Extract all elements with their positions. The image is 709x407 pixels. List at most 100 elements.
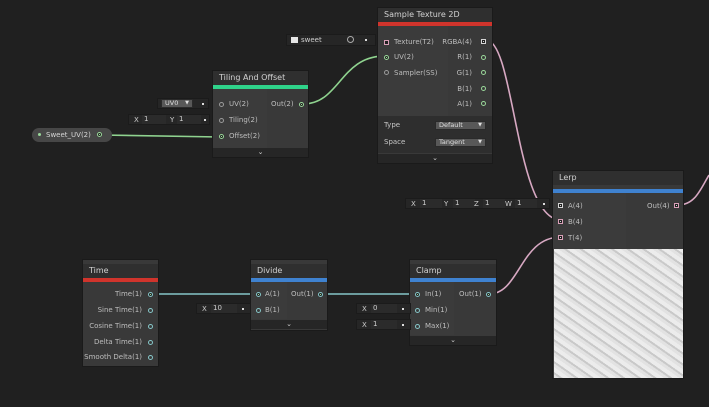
port-a-socket[interactable]: [256, 292, 261, 297]
port-uv-socket[interactable]: [219, 102, 224, 107]
type-dropdown[interactable]: Default ▼: [435, 121, 486, 130]
port-uv-label: UV(2): [394, 53, 414, 61]
port-min-label: Min(1): [425, 306, 448, 314]
port-out-socket[interactable]: [486, 292, 491, 297]
a-x-label: X: [411, 200, 416, 208]
property-left-dot: [38, 133, 41, 136]
divide-node[interactable]: Divide A(1) B(1) Out(1) ⌄: [250, 259, 328, 331]
port-b-label: B(1): [457, 85, 472, 93]
field-connector-dot: [202, 103, 204, 105]
port-offset-socket[interactable]: [219, 134, 224, 139]
field-connector-dot: [543, 203, 545, 205]
port-a-socket[interactable]: [558, 203, 563, 208]
uv-channel-dropdown[interactable]: UV0 ▼: [161, 99, 193, 108]
port-in-socket[interactable]: [415, 292, 420, 297]
port-b-socket[interactable]: [481, 86, 486, 91]
object-picker-icon[interactable]: [347, 36, 354, 43]
port-out-socket[interactable]: [674, 203, 679, 208]
a-w-input[interactable]: 1: [515, 199, 537, 208]
property-label: Sweet_UV(2): [46, 131, 91, 139]
clamp-min-input[interactable]: 0: [371, 304, 397, 313]
port-t-socket[interactable]: [558, 235, 563, 240]
dropdown-arrow-icon: ▼: [185, 100, 189, 106]
clamp-node[interactable]: Clamp In(1) Min(1) Max(1) Out(1) ⌄: [409, 259, 497, 346]
lerp-preview-image: [554, 249, 683, 378]
node-title: Clamp: [410, 264, 496, 278]
uv-channel-value: UV0: [165, 99, 179, 107]
clamp-min-field[interactable]: X 0: [356, 303, 411, 314]
field-connector-dot: [242, 308, 244, 310]
node-title: Divide: [251, 264, 327, 278]
node-title: Sample Texture 2D: [378, 8, 492, 22]
collapse-chevron-icon[interactable]: ⌄: [410, 336, 496, 345]
port-out-socket[interactable]: [299, 102, 304, 107]
port-max-socket[interactable]: [415, 324, 420, 329]
collapse-chevron-icon[interactable]: ⌄: [378, 154, 492, 163]
sample-texture-2d-node[interactable]: Sample Texture 2D Texture(T2) UV(2) Samp…: [377, 7, 493, 164]
lerp-a-vector-field[interactable]: X 1 Y 1 Z 1 W 1: [405, 198, 550, 209]
port-g-label: G(1): [456, 69, 472, 77]
port-uv-socket[interactable]: [384, 55, 389, 60]
time-node[interactable]: Time Time(1) Sine Time(1) Cosine Time(1)…: [82, 259, 159, 367]
divide-b-field[interactable]: X 10: [196, 303, 251, 314]
uv-channel-field[interactable]: UV0 ▼: [157, 98, 209, 109]
port-out-socket[interactable]: [318, 292, 323, 297]
divide-b-input[interactable]: 10: [211, 304, 237, 313]
texture-object-field[interactable]: sweet: [286, 34, 376, 46]
port-min-socket[interactable]: [415, 308, 420, 313]
sweet-uv-property-node[interactable]: Sweet_UV(2): [32, 128, 112, 142]
tiling-and-offset-node[interactable]: Tiling And Offset UV(2) Tiling(2) Offset…: [212, 70, 309, 158]
space-dropdown[interactable]: Tangent ▼: [435, 138, 486, 147]
property-out-socket[interactable]: [97, 132, 102, 137]
port-r-label: R(1): [457, 53, 472, 61]
collapse-chevron-icon[interactable]: ⌄: [213, 148, 308, 157]
port-out-label: Out(4): [647, 202, 670, 210]
texture-name: sweet: [301, 36, 322, 44]
a-y-label: Y: [444, 200, 449, 208]
port-smooth-socket[interactable]: [148, 355, 153, 360]
port-rgba-socket[interactable]: [481, 39, 486, 44]
port-time-socket[interactable]: [148, 292, 153, 297]
clamp-max-input[interactable]: 1: [371, 320, 397, 329]
space-dropdown-value: Tangent: [439, 138, 465, 146]
port-r-socket[interactable]: [481, 55, 486, 60]
node-header-bar: [83, 278, 158, 282]
port-tiling-socket[interactable]: [219, 118, 224, 123]
field-connector-dot: [402, 324, 404, 326]
a-x-input[interactable]: 1: [420, 199, 442, 208]
tiling-x-label: X: [134, 116, 139, 124]
port-uv-label: UV(2): [229, 100, 249, 108]
port-a-socket[interactable]: [481, 101, 486, 106]
port-out-label: Out(1): [459, 290, 482, 298]
port-b-socket[interactable]: [256, 308, 261, 313]
port-cosine-label: Cosine Time(1): [89, 322, 142, 330]
divide-b-label: X: [202, 305, 207, 313]
port-a-label: A(4): [568, 202, 583, 210]
port-delta-socket[interactable]: [148, 340, 153, 345]
port-cosine-socket[interactable]: [148, 324, 153, 329]
a-z-label: Z: [474, 200, 479, 208]
port-b-label: B(1): [265, 306, 280, 314]
port-in-label: In(1): [425, 290, 442, 298]
node-title: Lerp: [553, 171, 683, 185]
collapse-chevron-icon[interactable]: ⌄: [251, 320, 327, 329]
tiling-vector-field[interactable]: X 1 Y 1: [128, 114, 210, 125]
clamp-max-label: X: [362, 321, 367, 329]
port-sampler-label: Sampler(SS): [394, 69, 438, 77]
port-sine-socket[interactable]: [148, 308, 153, 313]
port-texture-socket[interactable]: [384, 40, 389, 45]
port-g-socket[interactable]: [481, 70, 486, 75]
dropdown-arrow-icon: ▼: [478, 122, 482, 128]
a-z-input[interactable]: 1: [483, 199, 505, 208]
port-b-socket[interactable]: [558, 219, 563, 224]
tiling-x-input[interactable]: 1: [142, 115, 166, 124]
clamp-min-label: X: [362, 305, 367, 313]
lerp-node[interactable]: Lerp A(4) B(4) T(4) Out(4): [552, 170, 684, 379]
port-sampler-socket[interactable]: [384, 70, 389, 75]
type-dropdown-value: Default: [439, 121, 463, 129]
clamp-max-field[interactable]: X 1: [356, 319, 411, 330]
a-y-input[interactable]: 1: [453, 199, 475, 208]
tiling-y-input[interactable]: 1: [177, 115, 201, 124]
port-t-label: T(4): [568, 234, 583, 242]
port-b-label: B(4): [568, 218, 583, 226]
